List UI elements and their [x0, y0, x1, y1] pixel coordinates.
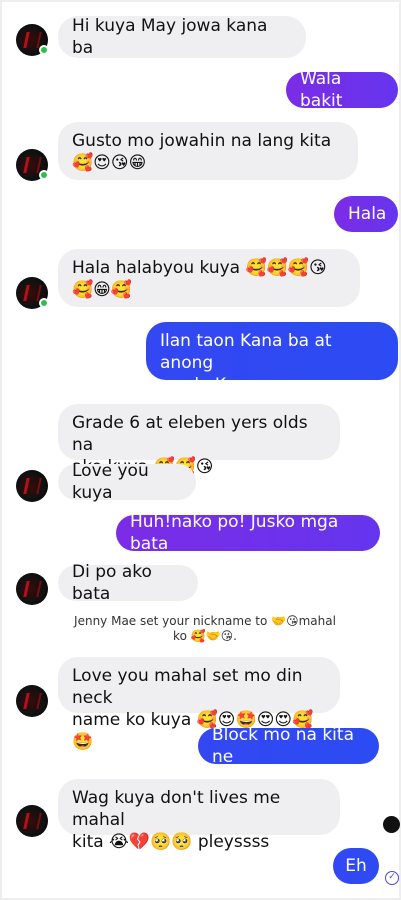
contact-avatar[interactable] — [16, 24, 49, 56]
system-text-line: ko 🥰🤝😘. — [173, 629, 237, 643]
incoming-message[interactable]: Hala halabyou kuya 🥰🥰🥰😘 🥰😁🥰 — [58, 249, 360, 307]
online-status-dot — [39, 45, 49, 55]
message-text-line: Wag kuya don't lives me mahal — [72, 788, 281, 830]
incoming-message[interactable]: Gusto mo jowahin na lang kita 🥰😍😘😁 — [58, 122, 358, 180]
outgoing-message[interactable]: Block mo na kita ne — [198, 725, 379, 767]
incoming-message[interactable]: Grade 6 at eleben yers olds na ako kuya … — [58, 404, 340, 477]
message-text-line: kita 😭💔🥺🥺 pleyssss — [72, 832, 270, 852]
contact-avatar[interactable] — [16, 470, 48, 502]
contact-avatar[interactable] — [16, 805, 48, 837]
outgoing-message[interactable]: Huh!nako po! Jusko mga bata — [116, 512, 380, 554]
system-text-line: Jenny Mae set your nickname to 🤝😘mahal — [74, 614, 336, 628]
check-circle-icon: ✓ — [385, 871, 399, 885]
incoming-message[interactable]: Hi kuya May jowa kana ba — [58, 16, 306, 58]
online-status-dot — [39, 298, 49, 308]
message-text: Block mo na kita ne — [212, 725, 354, 767]
online-status-dot — [39, 170, 49, 180]
message-text-line: Hala halabyou kuya 🥰🥰🥰😘 — [72, 258, 327, 278]
outgoing-message[interactable]: Eh — [333, 848, 379, 884]
message-text: Wala bakit — [300, 69, 343, 111]
contact-avatar[interactable] — [16, 149, 49, 181]
message-text: Love you kuya — [72, 461, 149, 503]
contact-avatar[interactable] — [16, 277, 49, 309]
nickname-change-notice: Jenny Mae set your nickname to 🤝😘mahal k… — [60, 614, 350, 644]
contact-avatar[interactable] — [16, 685, 48, 717]
read-receipt-avatar — [383, 816, 400, 833]
message-text: Di po ako bata — [72, 562, 152, 604]
message-text: Hi kuya May jowa kana ba — [72, 16, 268, 58]
message-text: Huh!nako po! Jusko mga bata — [130, 512, 339, 554]
contact-avatar[interactable] — [16, 573, 48, 605]
outgoing-message[interactable]: Wala bakit — [286, 69, 398, 111]
outgoing-message[interactable]: Ilan taon Kana ba at anong grade Kana — [146, 322, 398, 395]
message-text-line: Grade 6 at eleben yers olds na — [72, 413, 308, 455]
message-text: Hala — [348, 204, 387, 224]
message-text-line: grade Kana — [160, 375, 258, 395]
message-text-line: Love you mahal set mo din neck — [72, 666, 303, 708]
message-text-line: Ilan taon Kana ba at anong — [160, 331, 332, 373]
message-text-line: 🥰😁🥰 — [72, 280, 133, 300]
incoming-message[interactable]: Di po ako bata — [58, 562, 198, 604]
incoming-message[interactable]: Love you mahal set mo din neck name ko k… — [58, 657, 340, 752]
outgoing-message[interactable]: Hala — [334, 196, 398, 232]
incoming-message[interactable]: Wag kuya don't lives me mahal kita 😭💔🥺🥺 … — [58, 779, 340, 852]
chat-thread: Hi kuya May jowa kana ba Wala bakit Gust… — [0, 0, 401, 900]
message-text: Gusto mo jowahin na lang kita 🥰😍😘😁 — [72, 131, 332, 173]
message-text: Eh — [345, 856, 367, 876]
incoming-message[interactable]: Love you kuya — [58, 461, 196, 503]
